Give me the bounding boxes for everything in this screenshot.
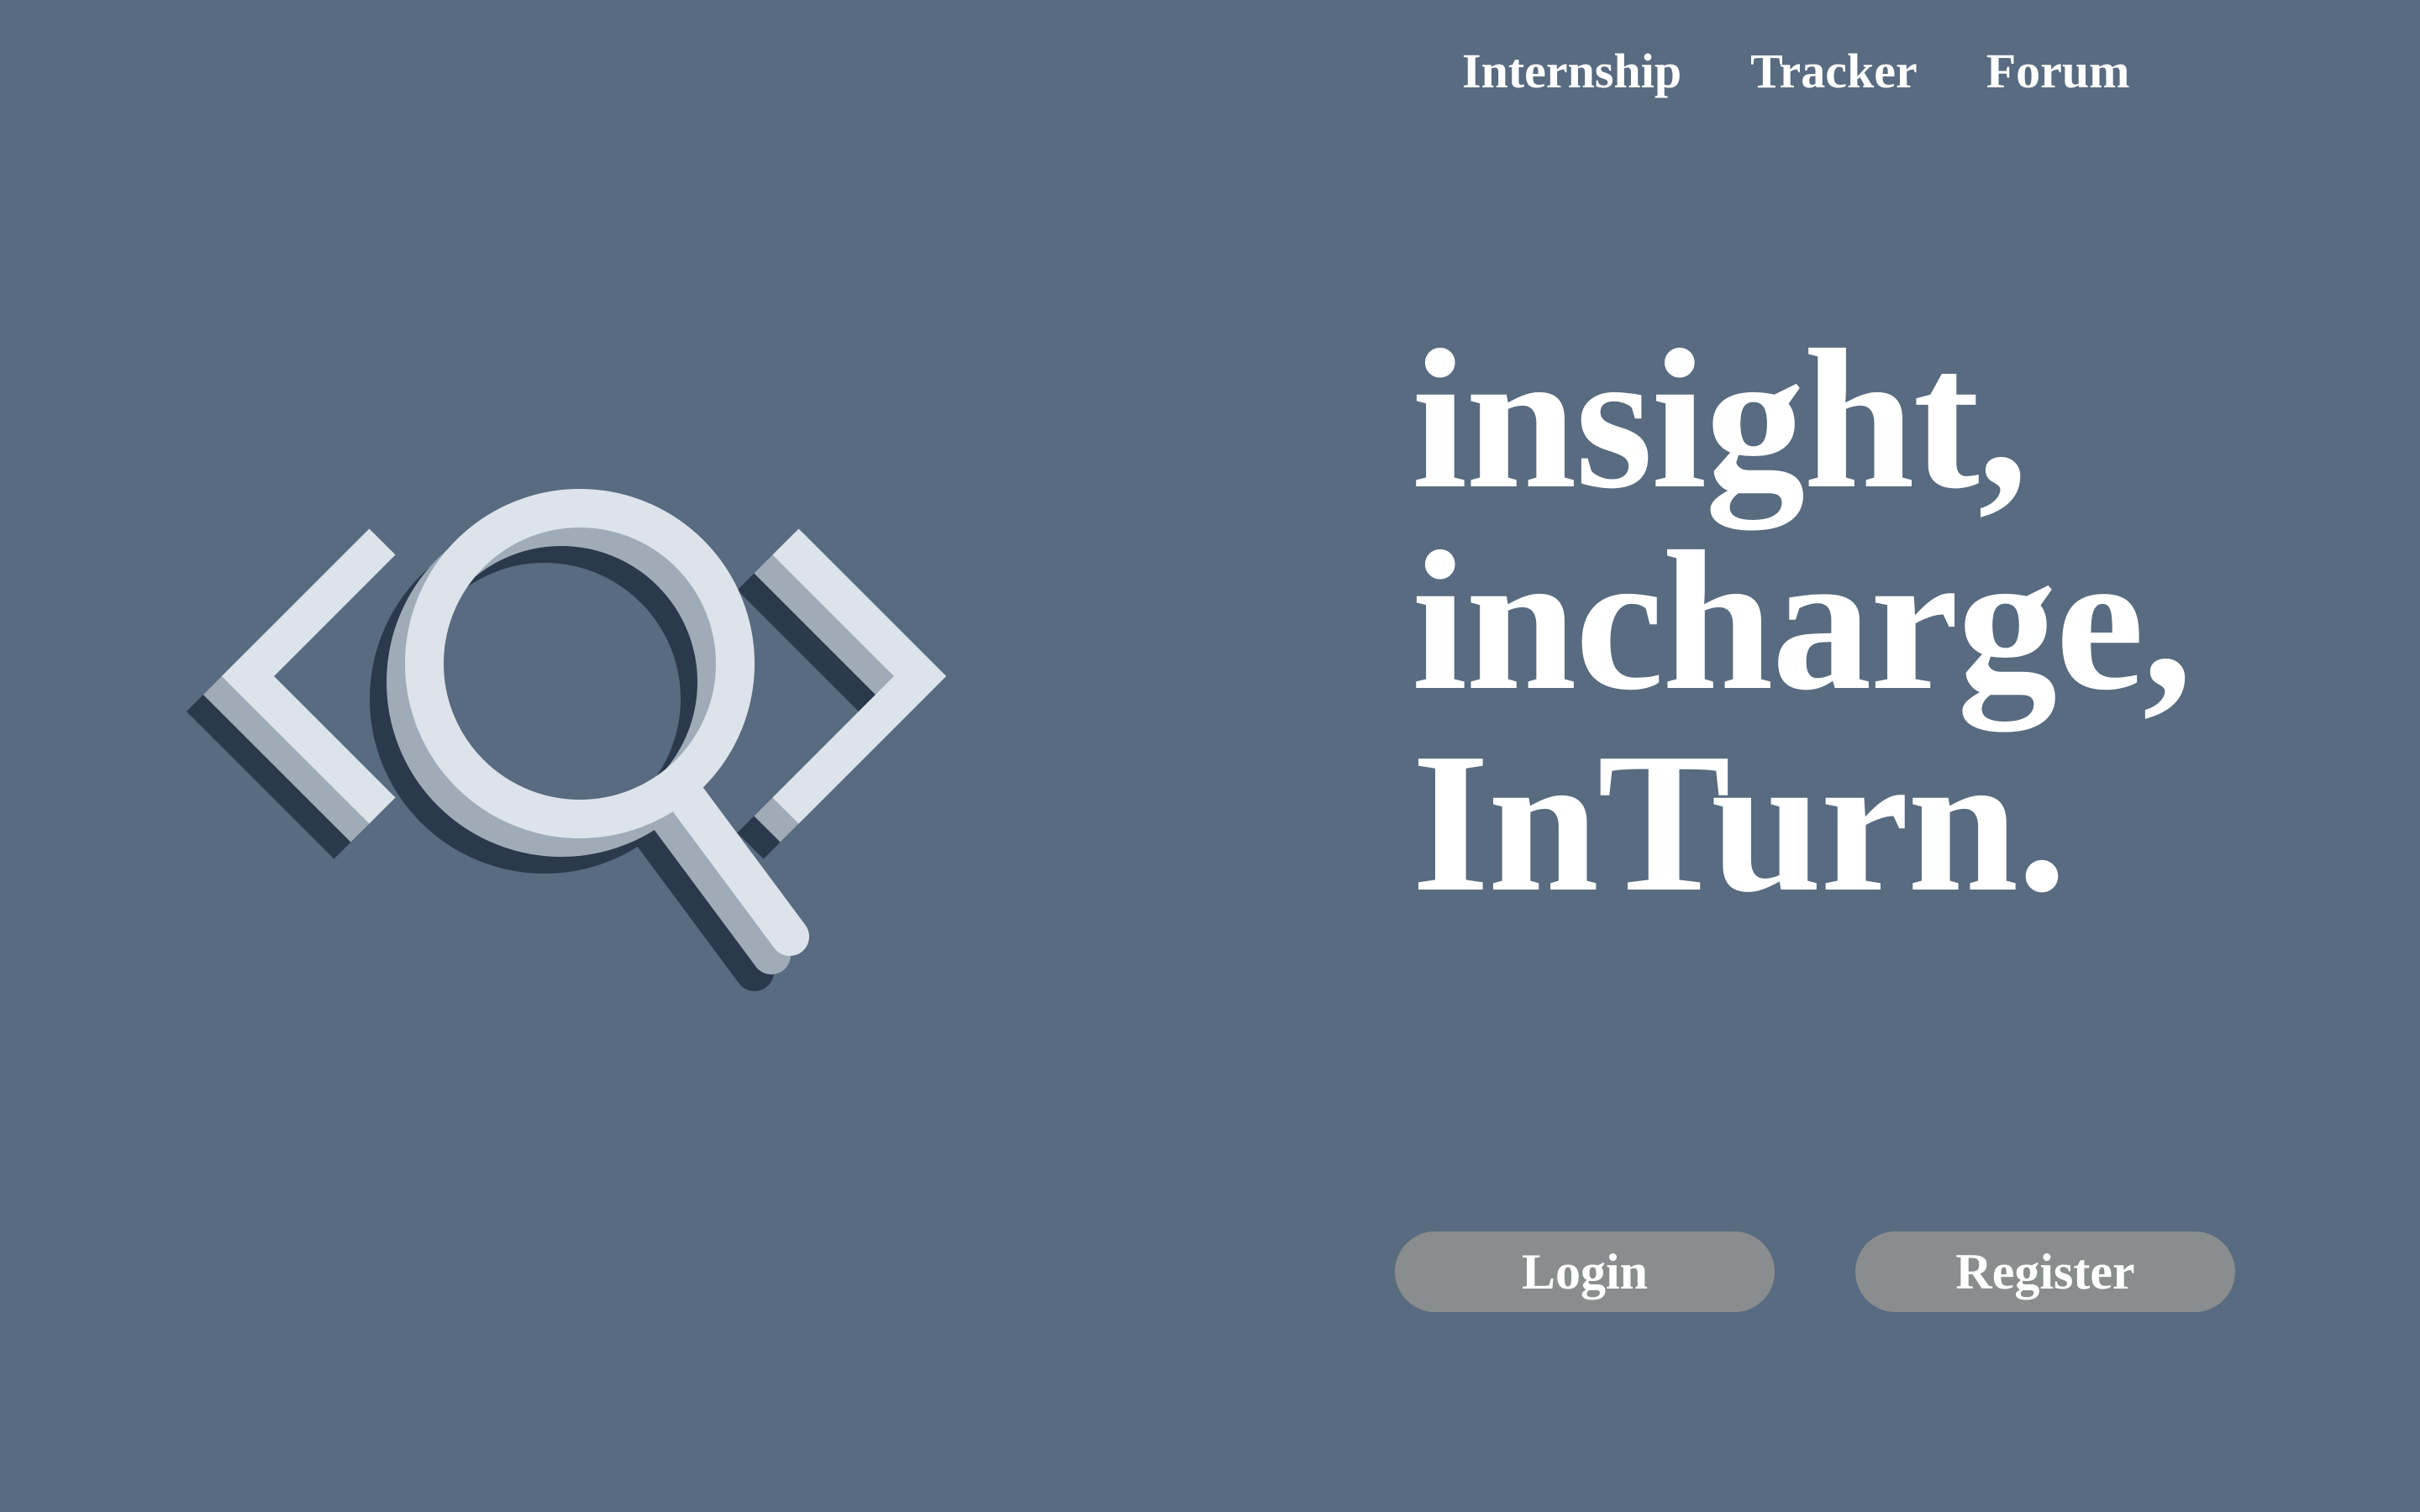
landing-page: Internship Tracker Forum insight, inchar… (0, 0, 2420, 1512)
login-button[interactable]: Login (1395, 1231, 1775, 1312)
hero-line-inturn: InTurn. (1412, 712, 2067, 933)
nav-link-tracker[interactable]: Tracker (1750, 43, 1918, 99)
top-nav: Internship Tracker Forum (1462, 35, 2129, 106)
auth-actions: Login Register (1395, 1231, 2235, 1312)
logo (164, 483, 971, 1004)
register-button[interactable]: Register (1855, 1231, 2235, 1312)
hero-headline: insight, incharge, InTurn. (1412, 319, 2336, 924)
logo-front (221, 489, 947, 956)
nav-link-internship[interactable]: Internship (1462, 43, 1681, 99)
nav-link-forum[interactable]: Forum (1986, 43, 2130, 99)
hero-line-incharge: incharge, (1412, 511, 2192, 732)
code-brackets-magnifier-logo-icon (186, 489, 947, 991)
hero-line-insight: insight, (1412, 309, 2028, 530)
